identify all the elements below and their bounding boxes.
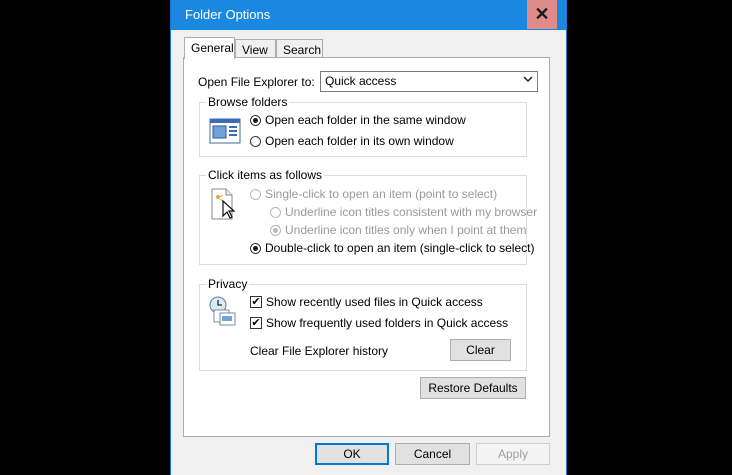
single-click-radio[interactable] [250,188,261,200]
click-items-title: Click items as follows [206,168,325,182]
recent-files-checkbox[interactable]: ✔ [250,296,262,308]
tab-view[interactable]: View [235,39,276,59]
apply-label: Apply [497,447,529,461]
own-window-radio[interactable] [250,135,261,147]
underline-point-option[interactable]: Underline icon titles only when I point … [270,223,526,237]
underline-point-label: Underline icon titles only when I point … [285,223,527,237]
open-explorer-select[interactable]: Quick access [320,71,538,92]
frequent-folders-checkbox[interactable]: ✔ [250,317,262,329]
browse-folders-group: Browse folders Open each folder in the s… [199,95,527,157]
restore-defaults-label: Restore Defaults [428,381,518,395]
single-click-label: Single-click to open an item (point to s… [265,187,498,201]
recent-files-label: Show recently used files in Quick access [266,295,483,309]
cancel-button[interactable]: Cancel [395,443,470,465]
tab-general[interactable]: General [184,37,235,59]
double-click-radio[interactable] [250,242,261,254]
close-button[interactable]: ✕ [527,0,557,29]
cancel-label: Cancel [413,447,452,461]
open-explorer-value: Quick access [325,74,397,88]
same-window-radio[interactable] [250,114,261,126]
ok-label: OK [343,447,361,461]
underline-browser-radio[interactable] [270,206,281,218]
open-explorer-label: Open File Explorer to: [198,75,315,89]
folder-options-window: Folder Options ✕ General View Search Ope… [170,0,567,475]
browse-folders-title: Browse folders [206,95,290,109]
underline-browser-label: Underline icon titles consistent with my… [285,205,538,219]
same-window-option[interactable]: Open each folder in the same window [250,113,466,127]
chevron-down-icon [523,74,533,87]
close-icon: ✕ [534,4,550,24]
clear-history-button[interactable]: Clear [450,339,511,361]
frequent-folders-label: Show frequently used folders in Quick ac… [266,316,509,330]
clear-history-button-label: Clear [466,343,495,357]
tab-search-label: Search [283,43,322,57]
pointer-click-icon [209,187,239,224]
underline-point-radio[interactable] [270,224,281,236]
tab-view-label: View [242,43,268,57]
ok-button[interactable]: OK [315,443,389,465]
single-click-option[interactable]: Single-click to open an item (point to s… [250,187,497,201]
apply-button[interactable]: Apply [476,443,550,465]
recent-files-option[interactable]: ✔ Show recently used files in Quick acce… [250,295,483,309]
underline-browser-option[interactable]: Underline icon titles consistent with my… [270,205,537,219]
own-window-label: Open each folder in its own window [265,134,454,148]
privacy-title: Privacy [206,277,250,291]
own-window-option[interactable]: Open each folder in its own window [250,134,454,148]
title-bar[interactable]: Folder Options ✕ [171,0,566,30]
same-window-label: Open each folder in the same window [265,113,466,127]
recent-files-clock-icon [208,295,240,330]
general-tab-panel: Open File Explorer to: Quick access Brow… [183,57,550,437]
frequent-folders-option[interactable]: ✔ Show frequently used folders in Quick … [250,316,508,330]
privacy-group: Privacy ✔ Show recently used files in Qu… [199,277,527,371]
window-title: Folder Options [185,7,271,22]
browse-folders-icon [209,118,241,147]
click-items-group: Click items as follows Single-click to o… [199,168,537,265]
tab-general-label: General [191,41,234,55]
double-click-option[interactable]: Double-click to open an item (single-cli… [250,241,534,255]
restore-defaults-button[interactable]: Restore Defaults [420,377,526,399]
clear-history-label: Clear File Explorer history [250,344,389,358]
double-click-label: Double-click to open an item (single-cli… [265,241,535,255]
tab-search[interactable]: Search [276,39,323,59]
